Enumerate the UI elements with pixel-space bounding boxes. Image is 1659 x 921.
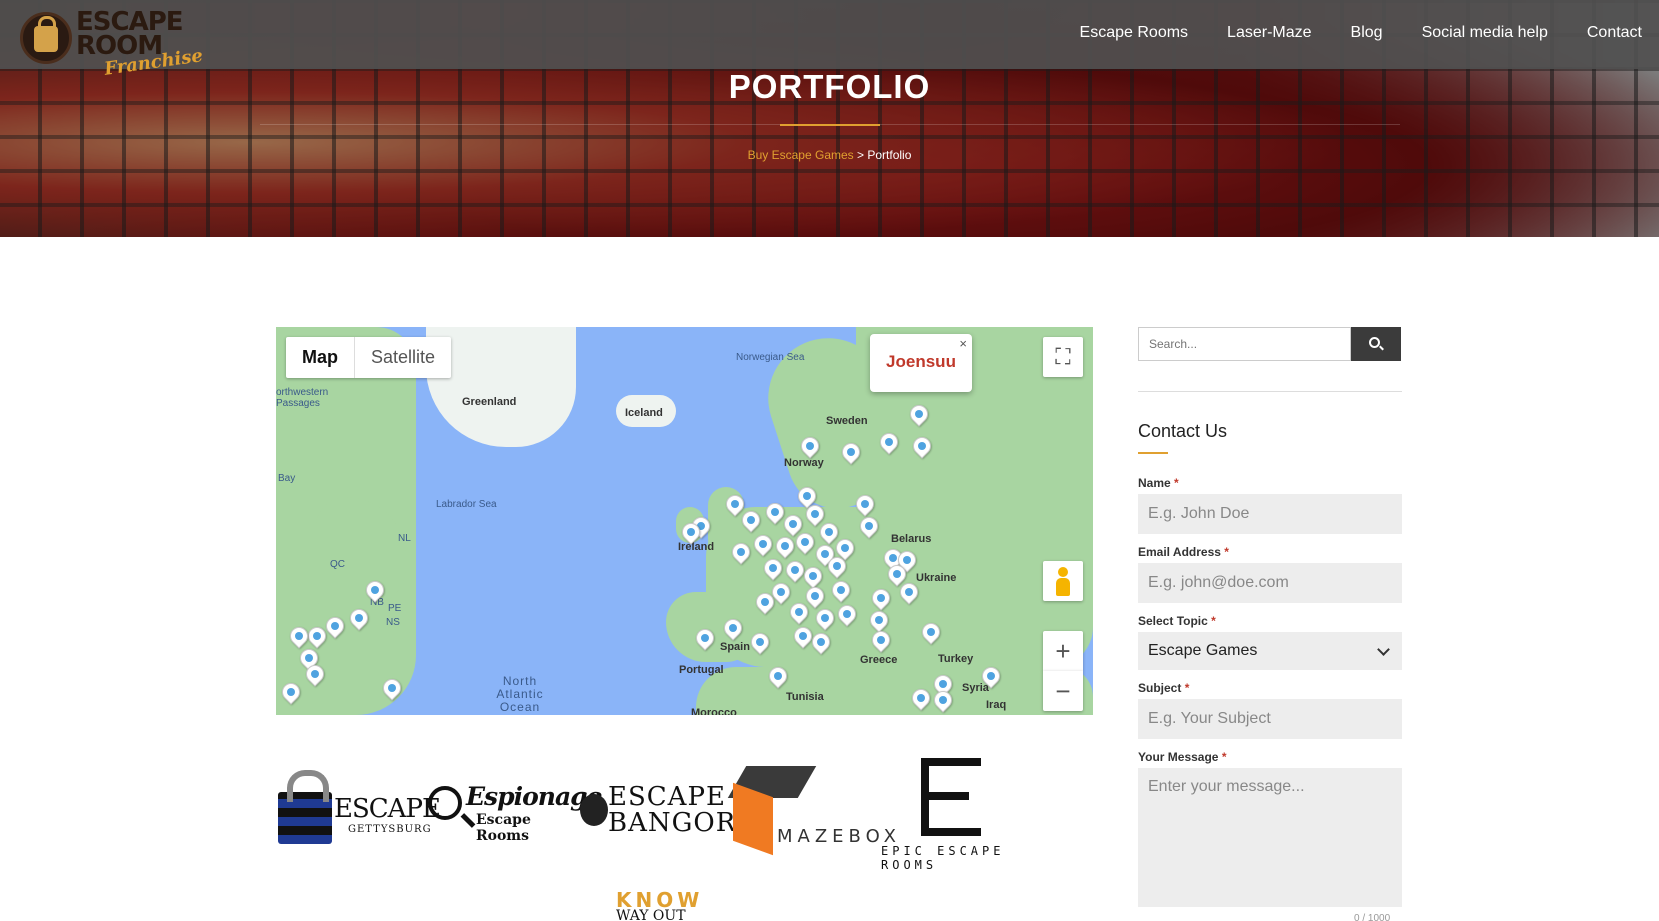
logo-mazebox[interactable]: MAZEBOX [727,762,896,862]
fullscreen-icon[interactable]: ⛶ [1043,337,1083,377]
map-label-tunisia: Tunisia [786,691,824,703]
map-label-iraq: Iraq [986,699,1007,711]
map-label-greece: Greece [860,654,898,666]
message-textarea[interactable]: Enter your message... [1138,768,1402,907]
map-label-greenland: Greenland [462,396,517,408]
map-type-satellite-button[interactable]: Satellite [355,337,451,378]
subject-label-text: Subject [1138,681,1182,695]
logo-subtext: BANGOR [608,808,737,838]
info-window-title: Joensuu [886,352,956,371]
map-label-sweden: Sweden [826,415,868,427]
email-label: Email Address * [1138,545,1229,559]
map-label-ukraine: Ukraine [916,572,957,584]
map-label-qc: QC [330,559,345,570]
nav-social-media-help[interactable]: Social media help [1422,24,1548,42]
breadcrumb-link-home[interactable]: Buy Escape Games [748,148,854,162]
name-label: Name * [1138,476,1179,490]
map-label-morocco: Morocco [691,707,737,715]
page-title: PORTFOLIO [728,68,931,105]
map-info-window: Joensuu × [870,334,972,392]
map-label-spain: Spain [720,641,750,653]
topic-select[interactable]: Escape Games [1138,632,1402,670]
breadcrumb-current: Portfolio [867,148,912,162]
street-view-pegman-icon[interactable] [1043,561,1083,601]
map-label-nl: NL [398,533,411,544]
magnifier-eye-icon [428,786,462,820]
logo-text: EPIC ESCAPE ROOMS [881,844,1005,872]
nav-contact[interactable]: Contact [1587,24,1642,42]
padlock-icon [278,770,332,844]
map-label-belarus: Belarus [891,533,932,545]
breadcrumb-separator: > [853,148,868,162]
title-underline [780,124,880,126]
subject-label: Subject * [1138,681,1189,695]
map-label-norwegian-sea: Norwegian Sea [736,352,805,363]
email-field[interactable]: E.g. john@doe.com [1138,563,1402,603]
logo-know-way-out[interactable]: KNOW WAY OUT [616,888,716,921]
map-type-toggle: Map Satellite [286,337,452,378]
close-icon[interactable]: × [959,336,967,351]
portfolio-map[interactable]: Norwegian Sea Greenland Iceland Sweden N… [276,327,1093,715]
logo-text: ESCAPE [334,794,441,824]
logo-subtext: GETTYSBURG [348,824,432,835]
zoom-out-button[interactable]: − [1043,671,1083,711]
map-label-labrador-sea: Labrador Sea [436,499,497,510]
required-mark: * [1211,614,1216,628]
search-icon [1369,337,1380,348]
map-label-pe: PE [388,603,402,614]
map-label-portugal: Portugal [679,664,724,676]
contact-heading: Contact Us [1138,421,1228,441]
topic-label-text: Select Topic [1138,614,1208,628]
page: ESCAPE ROOM Franchise Escape Rooms Laser… [0,0,1659,921]
topic-label: Select Topic * [1138,614,1216,628]
message-label-text: Your Message [1138,750,1219,764]
lock-key-icon [580,794,608,826]
contact-heading-underline [1138,452,1168,454]
required-mark: * [1184,681,1190,695]
logo-epic-escape-rooms[interactable]: EPIC ESCAPE ROOMS [881,752,1036,872]
padlock-icon [34,16,58,52]
required-mark: * [1221,750,1227,764]
sidebar-divider [1138,391,1402,392]
required-mark: * [1224,545,1229,559]
logo-espionage-escape-rooms[interactable]: Espionage Escape Rooms [428,782,603,844]
chevron-down-icon [1377,642,1390,656]
map-label-iceland: Iceland [625,407,663,419]
name-label-text: Name [1138,476,1171,490]
required-mark: * [1174,476,1179,490]
nav-laser-maze[interactable]: Laser-Maze [1227,24,1311,42]
map-label-syria: Syria [962,682,989,694]
map-label-turkey: Turkey [938,653,974,665]
map-label-ns: NS [386,617,400,628]
topic-selected-value: Escape Games [1148,642,1258,659]
search-form [1138,327,1402,361]
breadcrumb: Buy Escape Games > Portfolio [0,148,1659,162]
map-type-map-button[interactable]: Map [286,337,355,378]
hero-banner: ESCAPE ROOM Franchise Escape Rooms Laser… [0,0,1659,237]
email-label-text: Email Address [1138,545,1221,559]
zoom-in-button[interactable]: + [1043,631,1083,671]
letter-e-icon [921,758,981,836]
subject-field[interactable]: E.g. Your Subject [1138,699,1402,739]
search-button[interactable] [1351,327,1401,361]
map-land-africa [696,667,1093,715]
logo-escape-gettysburg[interactable]: ESCAPE GETTYSBURG [276,770,441,852]
map-label-north-atlantic: North Atlantic Ocean [496,674,544,714]
logo-subtext: Escape Rooms [476,812,531,844]
logo-escape-bangor[interactable]: ESCAPE BANGOR [578,782,735,842]
partner-logos: ESCAPE GETTYSBURG Espionage Escape Rooms… [276,752,1036,921]
map-label-norway: Norway [784,457,824,469]
nav-blog[interactable]: Blog [1351,24,1383,42]
name-field[interactable]: E.g. John Doe [1138,494,1402,534]
map-label-bay: Bay [278,473,296,484]
message-label: Your Message * [1138,750,1227,764]
nav-escape-rooms[interactable]: Escape Rooms [1080,24,1189,42]
character-counter: 0 / 1000 [1354,913,1391,921]
main-nav: Escape Rooms Laser-Maze Blog Social medi… [1080,24,1642,42]
search-input[interactable] [1138,327,1351,361]
map-label-ireland: Ireland [678,541,715,553]
map-label-nw-passages: orthwestern Passages [276,387,329,409]
